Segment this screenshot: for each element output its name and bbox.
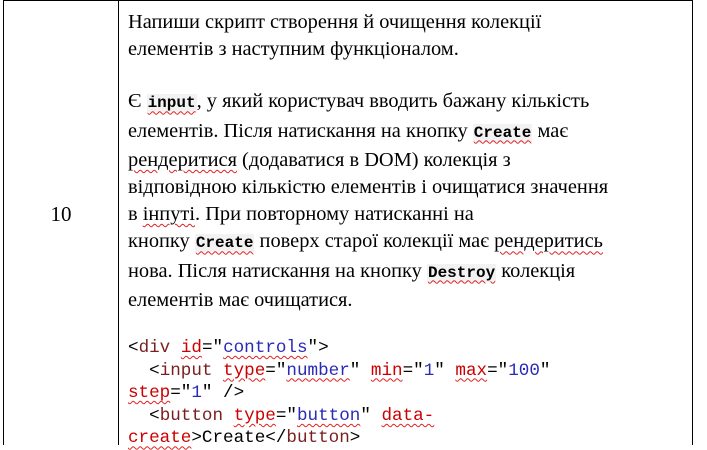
text-line: рендеритися (додаватися в DOM) колекція … — [128, 148, 511, 171]
text-line: елементів з наступним функціоналом. — [128, 38, 459, 61]
task-intro-paragraph: Напиши скрипт створення й очищення колек… — [128, 9, 690, 63]
html-code-snippet: <div id="controls"> <input type="number"… — [128, 337, 690, 450]
text-line: нова. Після натискання на кнопку Destroy… — [128, 259, 576, 282]
code-line: step="1" /> — [128, 383, 245, 404]
text-line: Є input, у який користувач вводить бажан… — [128, 90, 590, 113]
row-number: 10 — [50, 202, 72, 226]
text-line: елементів. Після натискання на кнопку Cr… — [128, 119, 569, 142]
task-details-paragraph: Є input, у який користувач вводить бажан… — [128, 88, 690, 314]
task-table: 10 Напиши скрипт створення й очищення ко… — [3, 0, 693, 448]
inline-code-input: input — [146, 94, 197, 113]
code-line: <button type="button" data- — [149, 405, 435, 426]
task-description-cell: Напиши скрипт створення й очищення колек… — [128, 9, 690, 450]
inline-code-destroy: Destroy — [426, 263, 497, 282]
text-line: кнопку Create поверх старої колекції має… — [128, 230, 603, 253]
text-line: відповідною кількістю елементів і очищат… — [128, 176, 609, 199]
code-line: <input type="number" min="1" max="100" — [149, 360, 551, 381]
inline-code-create: Create — [194, 234, 255, 253]
text-line: елементів має очищатися. — [128, 288, 353, 311]
text-line: Напиши скрипт створення й очищення колек… — [128, 11, 542, 33]
code-line: <div id="controls"> — [128, 338, 329, 359]
text-line: в інпуті. При повторному натисканні на — [128, 203, 474, 226]
column-divider — [118, 0, 119, 445]
table-top-border — [4, 0, 692, 1]
code-line: create>Create</button> — [128, 428, 361, 449]
inline-code-create: Create — [472, 123, 533, 142]
